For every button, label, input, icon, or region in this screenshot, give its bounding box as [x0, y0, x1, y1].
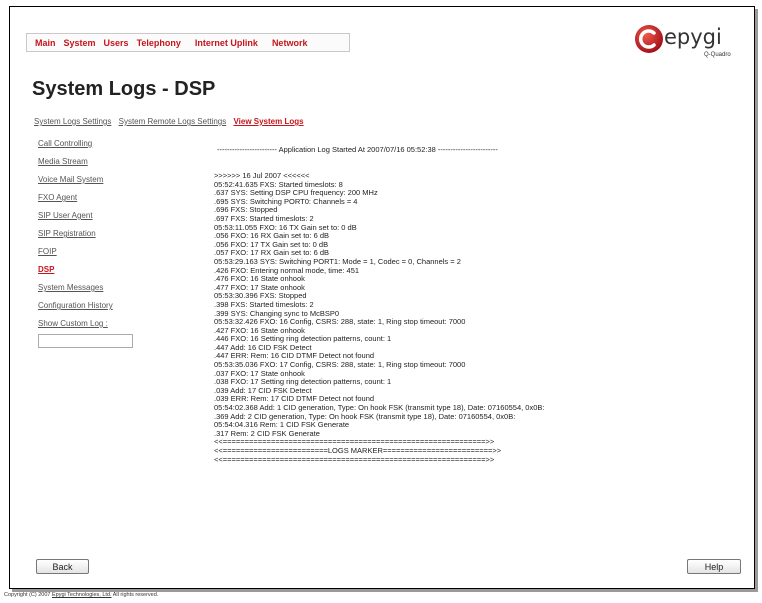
sidebar-item-call-controlling[interactable]: Call Controlling: [38, 139, 148, 157]
sidebar-item-configuration-history[interactable]: Configuration History: [38, 301, 148, 319]
copyright-footer: Copyright (C) 2007 Epygi Technologies, L…: [4, 592, 158, 598]
logo-product: Q-Quadro: [704, 52, 731, 58]
top-navigation: Main System Users Telephony Internet Upl…: [26, 33, 350, 52]
nav-users[interactable]: Users: [104, 38, 129, 48]
copyright-prefix: Copyright (C) 2007: [4, 592, 52, 598]
back-button[interactable]: Back: [36, 559, 89, 574]
log-sidebar: Call Controlling Media Stream Voice Mail…: [38, 139, 148, 348]
nav-network[interactable]: Network: [272, 38, 308, 48]
sidebar-item-system-messages[interactable]: System Messages: [38, 283, 148, 301]
sidebar-item-sip-user-agent[interactable]: SIP User Agent: [38, 211, 148, 229]
logo-wordmark: epygi: [664, 25, 722, 49]
tab-system-remote-logs-settings[interactable]: System Remote Logs Settings: [119, 117, 227, 126]
epygi-logo: epygi Q-Quadro: [634, 24, 746, 64]
sidebar-item-foip[interactable]: FOIP: [38, 247, 148, 265]
log-line: .695 SYS: Switching PORT0: Channels = 4: [214, 196, 358, 206]
sidebar-item-voice-mail-system[interactable]: Voice Mail System: [38, 175, 148, 193]
tab-view-system-logs[interactable]: View System Logs: [233, 117, 303, 126]
page-title: System Logs - DSP: [32, 78, 216, 100]
log-output: ------------------------ Application Log…: [214, 145, 634, 464]
log-lines: >>>>>> 16 Jul 2007 <<<<<< 05:52:41.635 FX…: [214, 171, 634, 464]
tab-system-logs-settings[interactable]: System Logs Settings: [34, 117, 111, 126]
copyright-link[interactable]: Epygi Technologies, Ltd.: [52, 592, 112, 598]
sidebar-item-fxo-agent[interactable]: FXO Agent: [38, 193, 148, 211]
sidebar-item-sip-registration[interactable]: SIP Registration: [38, 229, 148, 247]
epygi-swirl-icon: [635, 25, 663, 53]
log-line: <<======================================…: [214, 454, 495, 464]
sidebar-item-dsp[interactable]: DSP: [38, 265, 148, 283]
log-tabs: System Logs Settings System Remote Logs …: [34, 117, 309, 126]
custom-log-input[interactable]: [38, 334, 133, 348]
log-header: ------------------------ Application Log…: [217, 145, 498, 154]
sidebar-item-media-stream[interactable]: Media Stream: [38, 157, 148, 175]
nav-system[interactable]: System: [64, 38, 96, 48]
help-button[interactable]: Help: [687, 559, 741, 574]
nav-telephony[interactable]: Telephony: [137, 38, 181, 48]
nav-internet-uplink[interactable]: Internet Uplink: [195, 38, 258, 48]
copyright-suffix: All rights reserved.: [111, 592, 159, 598]
nav-main[interactable]: Main: [35, 38, 56, 48]
